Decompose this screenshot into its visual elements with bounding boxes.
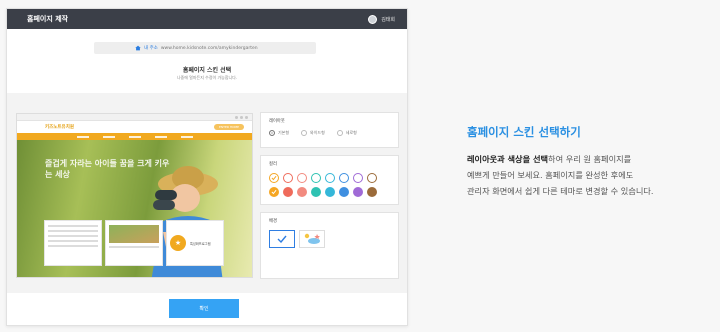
color-swatch-5[interactable] <box>325 187 335 197</box>
check-icon <box>271 189 277 195</box>
color-swatch-1[interactable] <box>269 187 279 197</box>
description-line-2: 예쁘게 만들어 보세요. 홈페이지를 완성한 후에도 <box>467 170 634 180</box>
top-bar: 홈페이지 제작 김태희 <box>7 9 407 29</box>
preview-logo: 키즈노트유치원 <box>45 125 74 130</box>
preview-content-cards: ★ 특성화프로그램 <box>44 220 224 266</box>
avatar <box>368 14 378 24</box>
color-swatch-outline-4[interactable] <box>311 173 321 183</box>
app-window: 홈페이지 제작 김태희 내 주소 www.home.kidsnote.com/a… <box>6 8 408 326</box>
check-icon <box>277 235 287 243</box>
radio-icon <box>301 130 308 136</box>
skin-select-title: 홈페이지 스킨 선택 <box>182 67 232 74</box>
background-panel: 배경 <box>260 212 399 279</box>
background-options <box>269 230 390 248</box>
home-icon <box>135 45 141 51</box>
radio-icon <box>269 130 275 136</box>
color-swatch-7[interactable] <box>353 187 363 197</box>
preview-header: 키즈노트유치원 ENTER HOME <box>17 121 252 133</box>
layout-option-label: 와이드형 <box>310 130 325 135</box>
preview-enter-button: ENTER HOME <box>213 124 244 130</box>
skin-workspace: 키즈노트유치원 ENTER HOME 즐겁게 자라는 아이들 꿈을 크게 키우는… <box>7 93 407 293</box>
layout-label: 레이아웃 <box>269 119 285 124</box>
confirm-button[interactable]: 확인 <box>169 299 239 318</box>
background-label: 배경 <box>269 219 277 224</box>
layout-option-label: 기본형 <box>278 130 290 135</box>
color-filled-swatches <box>269 187 390 197</box>
color-swatch-2[interactable] <box>283 187 293 197</box>
preview-program-card: ★ 특성화프로그램 <box>166 220 224 266</box>
user-name: 김태희 <box>381 16 395 23</box>
color-swatch-outline-6[interactable] <box>339 173 349 183</box>
check-icon <box>271 175 277 181</box>
description-line-3: 관리자 화면에서 쉽게 다른 테마로 변경할 수 있습니다. <box>467 186 654 196</box>
color-panel: 컬러 <box>260 155 399 205</box>
color-swatch-outline-5[interactable] <box>325 173 335 183</box>
cloud-icon <box>304 233 320 244</box>
preview-hero-image: 즐겁게 자라는 아이들 꿈을 크게 키우는 세상 ★ 특성화프로그램 <box>17 140 252 277</box>
app-title: 홈페이지 제작 <box>27 15 69 23</box>
user-menu[interactable]: 김태희 <box>368 14 395 24</box>
radio-icon <box>336 130 343 136</box>
color-label: 컬러 <box>269 162 277 167</box>
color-swatch-3[interactable] <box>297 187 307 197</box>
address-label: 내 주소 <box>144 46 158 51</box>
plain-background-option[interactable] <box>269 230 295 248</box>
skin-preview: 키즈노트유치원 ENTER HOME 즐겁게 자라는 아이들 꿈을 크게 키우는… <box>16 113 253 278</box>
layout-option-label: 세로형 <box>345 130 357 135</box>
color-swatch-outline-3[interactable] <box>297 173 307 183</box>
color-swatch-outline-1[interactable] <box>269 173 279 183</box>
layout-option-basic[interactable]: 기본형 <box>269 130 289 136</box>
homepage-address-bar: 내 주소 www.home.kidsnote.com/amykindergart… <box>94 42 316 54</box>
layout-option-wide[interactable]: 와이드형 <box>301 130 325 136</box>
section-title: 홈페이지 스킨 선택하기 <box>467 125 581 139</box>
preview-window-controls <box>17 114 252 121</box>
layout-panel: 레이아웃 기본형 와이드형 세로형 <box>260 112 399 148</box>
color-swatch-outline-7[interactable] <box>353 173 363 183</box>
preview-program-label: 특성화프로그램 <box>190 241 211 246</box>
description-highlight: 레이아웃과 색상을 선택 <box>467 154 549 164</box>
layout-option-vertical[interactable]: 세로형 <box>336 130 357 136</box>
skin-select-subtitle: 나중에 얼마든지 수정이 가능합니다. <box>176 75 238 80</box>
layout-options: 기본형 와이드형 세로형 <box>269 130 390 136</box>
color-swatch-outline-8[interactable] <box>367 173 377 183</box>
color-swatch-6[interactable] <box>339 187 349 197</box>
color-swatch-outline-2[interactable] <box>283 173 293 183</box>
badge-icon: ★ <box>170 235 186 251</box>
preview-photo-card <box>105 220 163 266</box>
color-swatch-8[interactable] <box>367 187 377 197</box>
color-swatch-4[interactable] <box>311 187 321 197</box>
preview-notice-card <box>44 220 102 266</box>
section-description: 레이아웃과 색상을 선택하여 우리 원 홈페이지를 예쁘게 만들어 보세요. 홈… <box>467 151 717 199</box>
sky-background-option[interactable] <box>299 230 325 248</box>
color-outline-swatches <box>269 173 390 183</box>
homepage-url: www.home.kidsnote.com/amykindergarten <box>160 45 258 51</box>
preview-nav <box>17 133 252 140</box>
description-line-1: 하여 우리 원 홈페이지를 <box>548 154 632 164</box>
